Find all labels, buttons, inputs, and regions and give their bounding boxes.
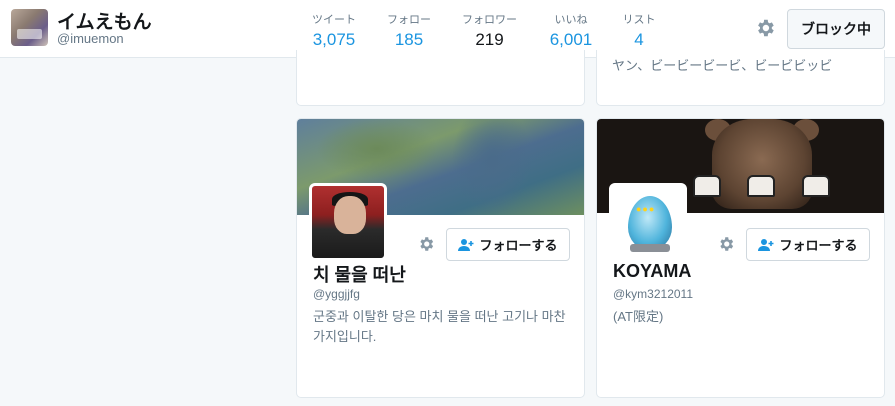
stat-label: リスト	[622, 14, 656, 26]
card-bio: 군중과 이탈한 당은 마치 물을 떠난 고기나 마찬가지입니다.	[313, 309, 566, 344]
follow-label: フォローする	[479, 238, 558, 253]
card-avatar[interactable]	[309, 183, 387, 261]
profile-handle[interactable]: @imuemon	[57, 31, 124, 46]
follow-label: フォローする	[779, 238, 858, 253]
stat-value: 6,001	[549, 30, 593, 49]
add-user-icon	[758, 238, 774, 252]
user-card[interactable]: ●●● フォローする KOYAMA @kym3212011 (AT限定)	[596, 118, 885, 398]
card-name[interactable]: 치 물을 떠난	[313, 261, 406, 287]
stat-label: いいね	[554, 14, 588, 26]
stat-value: 4	[634, 30, 644, 49]
user-card[interactable]: フォローする 치 물을 떠난 @yggjjfg 군중과 이탈한 당은 마치 물을…	[296, 118, 585, 398]
user-card-previous[interactable]	[296, 50, 585, 106]
card-avatar[interactable]: ●●●	[609, 183, 687, 261]
gear-icon[interactable]	[417, 235, 435, 253]
gear-icon[interactable]	[717, 235, 735, 253]
gear-icon[interactable]	[754, 17, 776, 39]
stat-label: フォロワー	[462, 14, 517, 26]
user-card-previous[interactable]: ヤン、ビービービービ、ビービビッビ	[596, 50, 885, 106]
stat-value: 185	[394, 30, 424, 49]
stat-label: ツイート	[312, 14, 356, 26]
follow-button[interactable]: フォローする	[446, 228, 570, 261]
profile-avatar[interactable]	[11, 9, 48, 46]
card-bio: (AT限定)	[613, 309, 664, 324]
card-handle[interactable]: @yggjjfg	[313, 287, 360, 301]
follow-button[interactable]: フォローする	[746, 228, 870, 261]
stat-value: 219	[475, 30, 504, 49]
stat-label: フォロー	[387, 14, 431, 26]
stat-value: 3,075	[312, 30, 356, 49]
card-name[interactable]: KOYAMA	[613, 261, 691, 282]
card-bio: ヤン、ビービービービ、ビービビッビ	[612, 58, 833, 73]
card-handle[interactable]: @kym3212011	[613, 287, 693, 301]
blocked-button[interactable]: ブロック中	[787, 9, 885, 49]
add-user-icon	[458, 238, 474, 252]
profile-name[interactable]: イムえもん	[57, 7, 152, 34]
